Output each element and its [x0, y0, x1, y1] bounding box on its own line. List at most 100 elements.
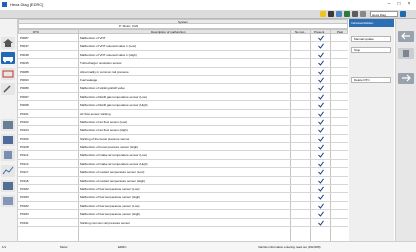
dtc-code: P0117 [20, 170, 29, 175]
present-check-icon [318, 69, 324, 75]
left-nav [0, 19, 18, 241]
table-row[interactable]: P0182 Malfunction of fuel temperature sen… [18, 202, 348, 211]
dtc-code: P0097 [20, 94, 29, 99]
table-row[interactable]: P0101 Air flow sensor sticking [18, 110, 348, 118]
status-model: Motor [60, 245, 68, 249]
home-button[interactable] [1, 37, 15, 49]
dtc-code: P0191 [20, 220, 29, 225]
back-arrow-icon [401, 32, 410, 40]
record-icon [3, 182, 13, 190]
dtc-description: Abnormality in common rail pressure [80, 69, 129, 74]
present-check-icon [318, 144, 324, 150]
active-test-button[interactable] [1, 134, 15, 146]
graph-button[interactable] [1, 165, 15, 177]
table-row[interactable]: P0183 Malfunction of fuel temperature sen… [18, 210, 348, 219]
record-button[interactable] [1, 180, 15, 192]
delete-dtc-button[interactable]: Delete DTC [351, 77, 391, 83]
minimize-button[interactable]: – [384, 1, 394, 8]
status-page: 1/1 [2, 245, 7, 249]
table-row[interactable]: P0088 Abnormality in common rail pressure [18, 68, 348, 76]
window-icon[interactable] [336, 11, 342, 17]
dtc-description: Malfunction of fuel temperature sensor (… [80, 203, 140, 208]
dtc-description: Turbocharger revolution sensor [80, 61, 122, 66]
present-check-icon [318, 152, 324, 159]
window-title: Hexa Diag [EDRC] [10, 2, 44, 7]
tools-button[interactable] [1, 83, 15, 95]
status-bar: 1/1 Motor EDRC Vehicle information enter… [0, 241, 416, 252]
dtc-code: P0045 [20, 61, 29, 66]
table-row[interactable]: P0108 Malfunction of boost pressure senso… [18, 143, 348, 152]
dtc-code: P0102 [20, 119, 29, 124]
top-toolbar: Hexa Diag [0, 10, 416, 19]
table-row[interactable]: P0093 Fuel leakage [18, 76, 348, 85]
table-row[interactable]: P0182 Malfunction of fuel temperature sen… [18, 185, 348, 194]
diagnosis-button[interactable] [1, 52, 15, 64]
maximize-button[interactable]: □ [394, 1, 404, 8]
present-check-icon [318, 35, 324, 41]
close-button[interactable]: × [404, 1, 414, 8]
table-row[interactable]: P0097 Malfunction of EGR gas temperature … [18, 93, 348, 102]
forward-arrow-button[interactable] [398, 73, 414, 84]
table-row[interactable]: P0183 Malfunction of fuel temperature sen… [18, 193, 348, 202]
info-icon [3, 197, 13, 205]
table-row[interactable]: P0102 Malfunction of air flow sensor (Low… [18, 118, 348, 127]
table-row[interactable]: P0098 Malfunction of EGR gas temperature … [18, 101, 348, 110]
table-row[interactable]: P0087 Malfunction of VNT [18, 34, 348, 43]
dtc-description: Malfunction of fuel temperature sensor (… [80, 187, 140, 192]
user-icon[interactable] [360, 11, 366, 17]
dtc-code: P0088 [20, 69, 29, 74]
side-tools [395, 19, 416, 241]
dtc-code: P0108 [20, 145, 29, 150]
table-row[interactable]: P0117 Malfunction of coolant temperature … [18, 168, 348, 177]
dtc-description: Malfunction of air flow sensor (Low) [80, 119, 128, 124]
table-row[interactable]: P0118 Malfunction of coolant temperature … [18, 177, 348, 186]
stop-button[interactable]: Stop [351, 47, 391, 53]
manual-update-button[interactable]: Manual update [351, 36, 391, 42]
dtc-description: Malfunction of VNT solenoid valve 1 (Hig… [80, 52, 137, 57]
info-button[interactable] [1, 195, 15, 207]
dtc-description: Malfunction of air flow sensor (High) [80, 128, 128, 133]
settings-icon[interactable] [352, 11, 358, 17]
graph-icon [2, 166, 14, 175]
help-icon[interactable] [400, 11, 406, 17]
back-arrow-button[interactable] [398, 31, 414, 42]
dtc-code: P0183 [20, 212, 29, 217]
table-row[interactable]: P0089 Malfunction of sticking EGR valve [18, 84, 348, 93]
dtc-description: Malfunction of intake air temperature se… [80, 161, 148, 166]
memo-button[interactable] [1, 149, 15, 161]
present-check-icon [318, 52, 324, 58]
dtc-panel: System P: Motor, CAN DTC Description of … [18, 19, 348, 241]
user-field[interactable]: Hexa Diag [370, 11, 398, 17]
dtc-list: P0087 Malfunction of VNT P0047 Malfunction … [18, 34, 348, 227]
indicates-hidden-button[interactable]: Indicates/Hidden [349, 19, 394, 27]
obd-button[interactable] [1, 68, 15, 80]
table-row[interactable]: P0112 Malfunction of intake air temperatu… [18, 151, 348, 160]
present-check-icon [318, 186, 324, 192]
home-icon [3, 39, 13, 47]
table-row[interactable]: P0106 Sticking of the boost pressure sens… [18, 135, 348, 144]
camera-icon[interactable] [328, 11, 334, 17]
dtc-code: P0048 [20, 52, 29, 57]
stop-icon [403, 50, 409, 57]
table-row[interactable]: P0045 Turbocharger revolution sensor [18, 59, 348, 68]
dtc-code: P0118 [20, 178, 29, 183]
table-row[interactable]: P0048 Malfunction of VNT solenoid valve 1… [18, 51, 348, 60]
dtc-code: P0106 [20, 136, 29, 141]
folder-icon[interactable] [320, 11, 326, 17]
dtc-description: Air flow sensor sticking [80, 111, 111, 116]
present-check-icon [318, 161, 324, 167]
data-list-button[interactable] [1, 119, 15, 131]
present-check-icon [318, 119, 324, 125]
print-icon[interactable] [344, 11, 350, 17]
dtc-code: P0101 [20, 111, 29, 116]
table-row[interactable]: P0113 Malfunction of intake air temperatu… [18, 160, 348, 169]
table-row[interactable]: P0103 Malfunction of air flow sensor (Hig… [18, 126, 348, 135]
stop-icon-button[interactable] [398, 48, 414, 59]
status-code: EDRC [118, 245, 127, 249]
active-test-icon [3, 136, 13, 144]
table-row[interactable]: P0191 Sticking common rail pressure senso… [18, 219, 348, 227]
dtc-description: Sticking common rail pressure sensor [80, 220, 131, 225]
table-row[interactable]: P0047 Malfunction of VNT solenoid valve 1… [18, 42, 348, 51]
dtc-description: Malfunction of fuel temperature sensor (… [80, 195, 141, 200]
dtc-code: P0098 [20, 103, 29, 108]
